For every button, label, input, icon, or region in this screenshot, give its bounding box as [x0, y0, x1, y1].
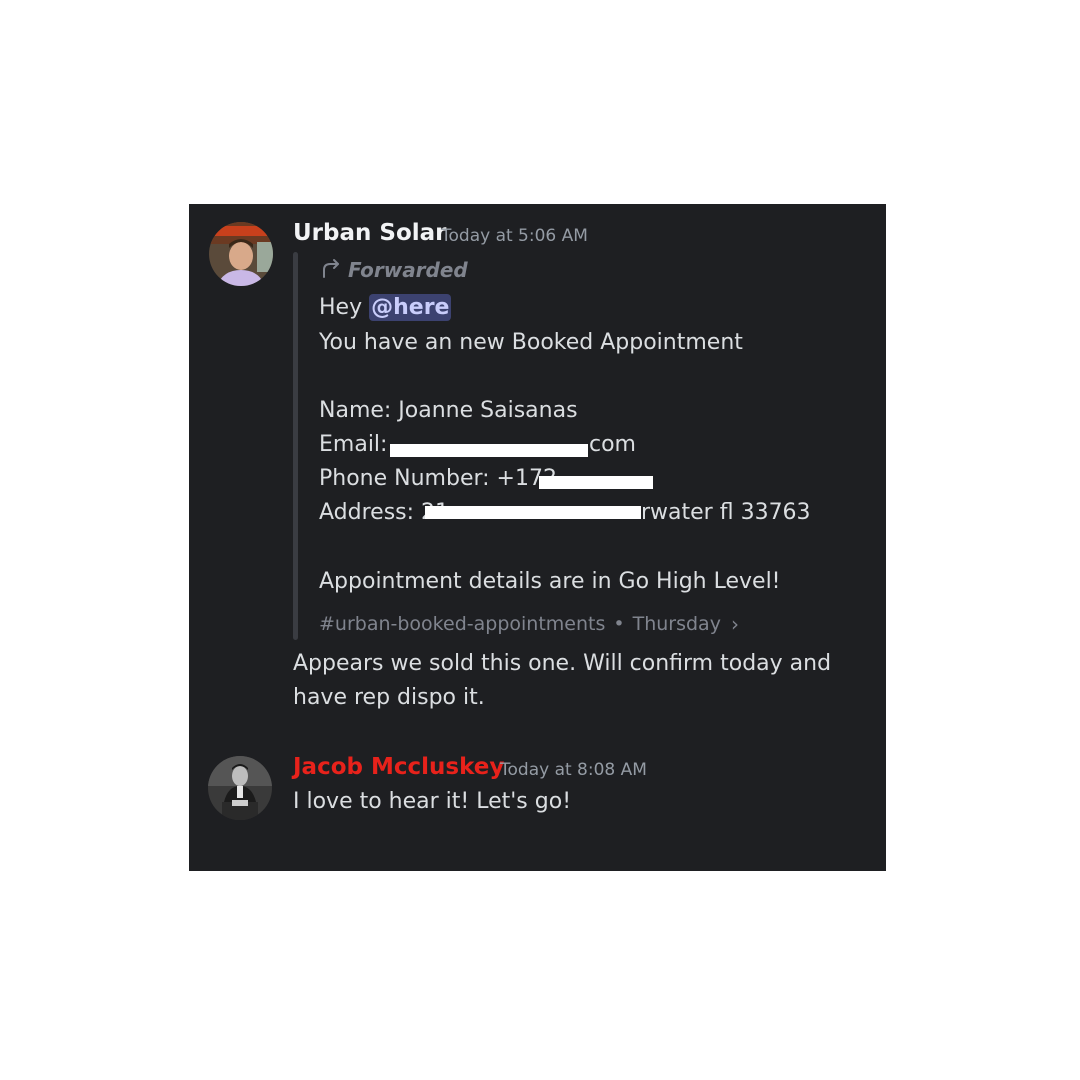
channel-link[interactable]: #urban-booked-appointments • Thursday ›	[319, 610, 739, 638]
message-timestamp: Today at 5:06 AM	[441, 226, 588, 246]
phone-redaction	[539, 476, 653, 489]
forwarded-address-tail: rwater fl 33763	[641, 500, 811, 525]
forwarded-quote-bar	[293, 252, 298, 640]
chat-panel: Urban Solar Today at 5:06 AM Forwarded H…	[189, 204, 886, 871]
channel-name: #urban-booked-appointments	[319, 613, 606, 635]
message-author[interactable]: Jacob Mccluskey	[293, 754, 504, 780]
jacob-avatar[interactable]	[208, 756, 272, 820]
forwarded-line-1: You have an new Booked Appointment	[319, 330, 743, 355]
forwarded-name-line: Name: Joanne Saisanas	[319, 398, 578, 423]
forwarded-text: Forwarded	[348, 258, 468, 282]
message-reply-text: Appears we sold this one. Will confirm t…	[293, 651, 832, 710]
channel-day: Thursday	[632, 613, 721, 635]
forward-arrow-icon	[320, 257, 342, 284]
channel-separator: •	[613, 613, 625, 635]
forwarded-phone-label: Phone Number: +172	[319, 466, 557, 491]
email-redaction	[390, 444, 588, 457]
forwarded-closing-line: Appointment details are in Go High Level…	[319, 569, 781, 594]
message-author[interactable]: Urban Solar	[293, 220, 447, 246]
greeting-text: Hey	[319, 295, 363, 320]
urban-solar-avatar[interactable]	[209, 222, 273, 286]
chevron-right-icon: ›	[730, 612, 739, 636]
forwarded-email-label: Email:	[319, 432, 388, 457]
forwarded-label: Forwarded	[320, 257, 468, 283]
forwarded-greeting-line: Hey @here	[319, 293, 452, 323]
mention-here[interactable]: @here	[369, 294, 452, 321]
message-body: I love to hear it! Let's go!	[293, 789, 572, 814]
message-timestamp: Today at 8:08 AM	[500, 760, 647, 780]
address-redaction	[425, 506, 641, 519]
forwarded-email-tail: com	[589, 432, 636, 457]
